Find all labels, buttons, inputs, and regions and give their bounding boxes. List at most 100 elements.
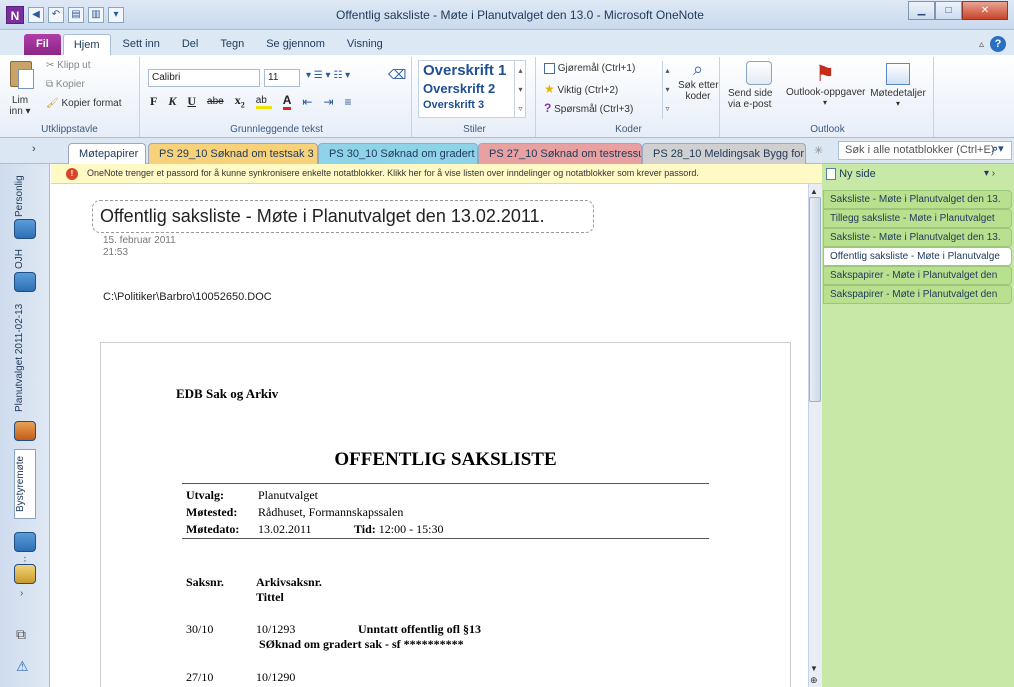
copy-button[interactable]: ⧉ Kopier (46, 79, 85, 90)
bold-button[interactable]: F (150, 94, 157, 109)
sync-status-icon[interactable]: ⚠ (16, 658, 29, 675)
style-heading1[interactable]: Overskrift 1 (419, 61, 525, 80)
new-page-button[interactable]: Ny side (826, 168, 876, 181)
email-page-button[interactable]: Send side via e-post (728, 61, 790, 110)
find-tags-button[interactable]: ⌕ Søk etter koder (678, 59, 719, 102)
style-heading3[interactable]: Overskrift 3 (419, 97, 525, 113)
expand-icon[interactable]: › (20, 588, 23, 599)
tags-scroll[interactable]: ▴ ▾ ▿ (662, 61, 672, 119)
page-item[interactable]: Sakspapirer - Møte i Planutvalget den (823, 266, 1012, 285)
section-tab-ps27[interactable]: PS 27_10 Søknad om testressur... (478, 143, 642, 164)
tid-label: Tid: (354, 522, 376, 536)
notebook-personlig[interactable]: Personlig (14, 170, 36, 222)
scroll-thumb[interactable] (809, 197, 821, 402)
scroll-down-icon[interactable]: ▼ (810, 664, 818, 673)
page-item[interactable]: Saksliste - Møte i Planutvalget den 13. (823, 190, 1012, 209)
help-icon[interactable]: ? (990, 36, 1006, 52)
clear-format-icon[interactable]: ⌫ (388, 67, 406, 83)
customize-qa-icon[interactable]: ▾ (108, 7, 124, 23)
font-family-combo[interactable]: Calibri (148, 69, 260, 87)
expand-navigation-icon[interactable]: › (32, 143, 36, 155)
new-section-icon[interactable]: ✳ (814, 144, 823, 157)
scroll-up-icon[interactable]: ▲ (810, 187, 818, 196)
highlight-icon[interactable]: ab (255, 95, 272, 109)
notebook-icon[interactable] (14, 532, 36, 552)
page-item[interactable]: Tillegg saksliste - Møte i Planutvalget (823, 209, 1012, 228)
outlook-group-label: Outlook (810, 124, 845, 135)
paste-label[interactable]: Lim inn ▾ (6, 95, 34, 117)
meeting-details-button[interactable]: Møtedetaljer ▾ (864, 61, 932, 108)
doc-rule-top (182, 483, 709, 484)
underline-button[interactable]: U (187, 94, 196, 109)
tab-view[interactable]: Visning (337, 34, 393, 55)
page-item[interactable]: Saksliste - Møte i Planutvalget den 13. (823, 228, 1012, 247)
tag-question[interactable]: ? Spørsmål (Ctrl+3) (544, 101, 633, 115)
basic-text-group: Calibri 11 ▾ ☰ ▾ ☷ ▾ ⌫ F K U abe x2 ab A… (142, 57, 412, 137)
font-size-combo[interactable]: 11 (264, 69, 300, 87)
align-icon[interactable]: ≡ (345, 95, 352, 109)
style-heading2[interactable]: Overskrift 2 (419, 80, 525, 97)
strikethrough-button[interactable]: abe (207, 96, 224, 107)
search-icon[interactable]: ⌕▾ (992, 142, 1004, 156)
page-item-selected[interactable]: Offentlig saksliste - Møte i Planutvalge (823, 247, 1012, 266)
fullpage-icon[interactable]: ▥ (88, 7, 104, 23)
undo-icon[interactable]: ↶ (48, 7, 64, 23)
search-input[interactable]: Søk i alle notatblokker (Ctrl+E) (838, 141, 1012, 160)
dock-icon[interactable]: ▤ (68, 7, 84, 23)
notebook-navigation: Personlig OJH Planutvalget 2011-02-13 By… (0, 164, 50, 687)
minimize-ribbon-icon[interactable]: ▵ (979, 39, 984, 50)
utvalg-value: Planutvalget (258, 488, 318, 502)
font-color-icon[interactable]: A (282, 93, 292, 110)
unfiled-notes-icon[interactable] (14, 564, 36, 584)
tab-share[interactable]: Del (172, 34, 209, 55)
styles-gallery[interactable]: Overskrift 1 Overskrift 2 Overskrift 3 (418, 60, 526, 118)
tag-todo[interactable]: Gjøremål (Ctrl+1) (544, 63, 635, 74)
close-button[interactable]: ✕ (962, 1, 1008, 20)
section-tab-ps28[interactable]: PS 28_10 Meldingsak Bygg for ... (642, 143, 806, 164)
page-item[interactable]: Sakspapirer - Møte i Planutvalget den (823, 285, 1012, 304)
paste-button[interactable] (6, 61, 36, 93)
row2-arkiv: 10/1290 (256, 670, 296, 684)
back-icon[interactable]: ◀ (28, 7, 44, 23)
password-notice[interactable]: OneNote trenger et passord for å kunne s… (51, 164, 822, 184)
page-list-options-icon[interactable]: ▾ › (984, 168, 995, 179)
file-path: C:\Politiker\Barbro\10052650.DOC (103, 291, 272, 303)
styles-scroll[interactable]: ▴ ▾ ▿ (514, 61, 526, 118)
styles-group-label: Stiler (463, 124, 486, 135)
tab-review[interactable]: Se gjennom (256, 34, 335, 55)
notebook-ojh[interactable]: OJH (14, 244, 36, 274)
warning-icon: ! (66, 168, 78, 180)
notebook-planutvalget[interactable]: Planutvalget 2011-02-13 (14, 298, 36, 418)
all-notebooks-icon[interactable]: ⧉ (16, 626, 26, 643)
onenote-logo-icon: N (6, 6, 24, 24)
section-tab-ps30[interactable]: PS 30_10 Søknad om gradert sak (318, 143, 478, 164)
format-painter-button[interactable]: 🖌 Kopier format (46, 98, 122, 109)
maximize-button[interactable]: □ (935, 1, 962, 20)
section-tab-motepapirer[interactable]: Møtepapirer (68, 143, 146, 164)
tag-important[interactable]: ★ Viktig (Ctrl+2) (544, 82, 618, 96)
page-date-text: 15. februar 2011 (103, 235, 176, 246)
tag-todo-label: Gjøremål (Ctrl+1) (557, 63, 636, 75)
tab-draw[interactable]: Tegn (210, 34, 254, 55)
tab-insert[interactable]: Sett inn (113, 34, 170, 55)
outdent-icon[interactable]: ⇤ (302, 95, 312, 109)
page-title[interactable]: Offentlig saksliste - Møte i Planutvalge… (92, 200, 594, 233)
notebook-icon[interactable] (14, 272, 36, 292)
tab-home[interactable]: Hjem (62, 34, 111, 55)
minimize-button[interactable]: ▁ (908, 1, 935, 20)
subscript-button[interactable]: x2 (235, 93, 245, 109)
notebook-icon[interactable] (14, 421, 36, 441)
tab-file[interactable]: Fil (24, 34, 61, 55)
indent-icon[interactable]: ⇥ (323, 95, 333, 109)
notebook-icon[interactable] (14, 219, 36, 239)
cut-button[interactable]: ✂ Klipp ut (46, 60, 91, 71)
notebook-bystyremote[interactable]: Bystyremøte (14, 449, 36, 519)
italic-button[interactable]: K (168, 94, 176, 109)
outlook-tasks-button[interactable]: ⚑ Outlook-oppgaver ▾ (786, 61, 866, 107)
copy-label: Kopier (55, 79, 85, 90)
new-page-below-icon[interactable]: ⊕ (810, 675, 818, 686)
section-tab-ps29[interactable]: PS 29_10 Søknad om testsak 3 SF (148, 143, 318, 164)
page-date: 15. februar 2011 21:53 (103, 235, 176, 259)
list-buttons[interactable]: ▾ ☰ ▾ ☷ ▾ (306, 70, 350, 81)
email-line2: via e-post (728, 99, 772, 110)
